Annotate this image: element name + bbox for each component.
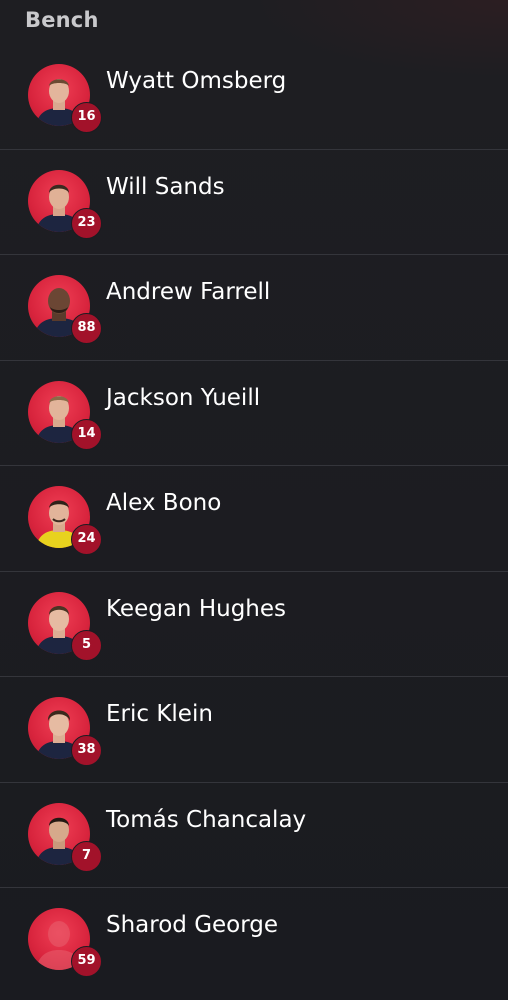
shirt-number-badge: 7 [71, 840, 102, 872]
player-row[interactable]: 5 Keegan Hughes [0, 572, 508, 677]
bench-screen: Bench 16 Wyatt Omsberg 23 Will Sands 88 … [0, 0, 508, 1000]
player-name: Will Sands [106, 173, 225, 200]
player-name: Jackson Yueill [106, 384, 261, 411]
shirt-number-badge: 14 [71, 418, 102, 450]
shirt-number-badge: 23 [71, 207, 102, 239]
player-name: Andrew Farrell [106, 279, 271, 305]
player-row[interactable]: 38 Eric Klein [0, 677, 508, 783]
player-name: Eric Klein [106, 701, 213, 727]
player-name: Tomás Chancalay [106, 806, 307, 833]
shirt-number-badge: 88 [71, 313, 102, 344]
shirt-number-badge: 59 [71, 946, 102, 977]
player-row[interactable]: 14 Jackson Yueill [0, 361, 508, 466]
shirt-number-badge: 38 [71, 735, 102, 766]
player-name: Wyatt Omsberg [106, 68, 287, 94]
section-title: Bench [25, 8, 99, 32]
player-row[interactable]: 59 Sharod George [0, 888, 508, 994]
shirt-number-badge: 16 [71, 102, 102, 133]
player-name: Alex Bono [106, 490, 222, 516]
player-row[interactable]: 23 Will Sands [0, 150, 508, 255]
player-row[interactable]: 7 Tomás Chancalay [0, 783, 508, 888]
shirt-number-badge: 24 [71, 524, 102, 555]
player-row[interactable]: 24 Alex Bono [0, 466, 508, 572]
player-name: Sharod George [106, 912, 279, 938]
player-name: Keegan Hughes [106, 595, 287, 622]
player-row[interactable]: 88 Andrew Farrell [0, 255, 508, 361]
shirt-number-badge: 5 [71, 629, 102, 661]
bench-list: 16 Wyatt Omsberg 23 Will Sands 88 Andrew… [0, 44, 508, 994]
player-row[interactable]: 16 Wyatt Omsberg [0, 44, 508, 150]
